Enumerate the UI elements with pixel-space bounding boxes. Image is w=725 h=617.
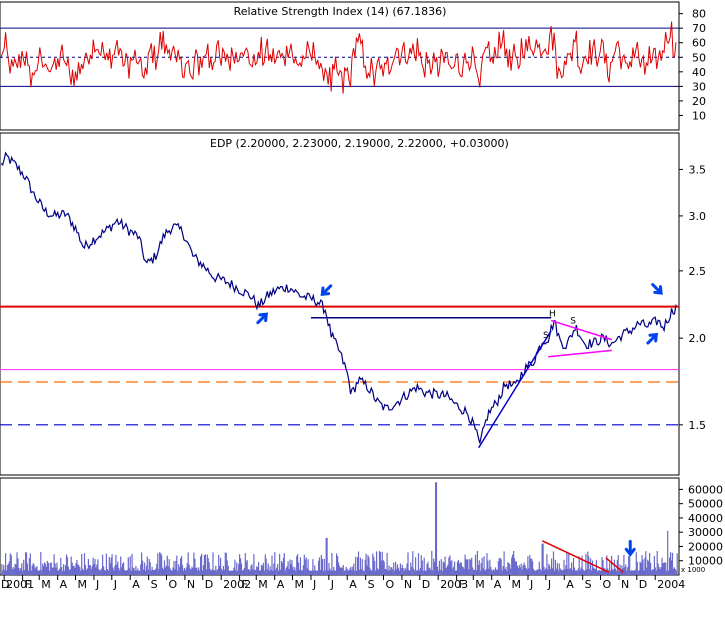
rsi-tick-label: 80: [692, 8, 706, 21]
volume-panel: 100002000030000400005000060000 x 1000: [0, 477, 723, 576]
x-tick-label: A: [60, 578, 68, 591]
pattern-label: S: [543, 331, 549, 341]
x-tick-label: O: [168, 578, 177, 591]
x-tick-label: D: [639, 578, 647, 591]
volume-tick-label: 50000: [688, 498, 723, 511]
x-tick-label: 2004: [657, 578, 685, 591]
x-tick-label: F: [242, 578, 248, 591]
rsi-tick-label: 40: [692, 66, 706, 79]
volume-tick-label: 40000: [688, 512, 723, 525]
x-tick-label: N: [404, 578, 412, 591]
volume-tick-label: 30000: [688, 526, 723, 539]
chart: Relative Strength Index (14) (67.1836) 1…: [0, 0, 725, 617]
x-tick-label: J: [95, 578, 99, 591]
x-tick-label: J: [330, 578, 334, 591]
rsi-tick-label: 60: [692, 37, 706, 50]
x-tick-label: F: [459, 578, 465, 591]
x-tick-label: S: [585, 578, 592, 591]
x-tick-label: M: [295, 578, 305, 591]
x-tick-label: M: [41, 578, 51, 591]
price-tick-label: 1.5: [689, 419, 707, 432]
x-tick-label: M: [475, 578, 485, 591]
x-tick-label: J: [113, 578, 117, 591]
x-tick-label: S: [368, 578, 375, 591]
x-tick-label: A: [277, 578, 285, 591]
price-tick-label: 3.5: [689, 163, 707, 176]
price-tick-label: 3.0: [689, 210, 707, 223]
x-tick-label: F: [25, 578, 31, 591]
x-tick-label: J: [312, 578, 316, 591]
x-tick-label: A: [349, 578, 357, 591]
x-tick-label: D: [422, 578, 430, 591]
volume-tick-label: 20000: [688, 540, 723, 553]
x-tick-label: M: [78, 578, 88, 591]
price-tick-label: 2.5: [689, 265, 707, 278]
x-tick-label: S: [151, 578, 158, 591]
rsi-tick-label: 20: [692, 95, 706, 108]
pattern-label: S: [570, 316, 576, 326]
x-tick-label: A: [566, 578, 574, 591]
x-tick-label: O: [385, 578, 394, 591]
price-title: EDP (2.20000, 2.23000, 2.19000, 2.22000,…: [210, 137, 509, 150]
x-tick-label: M: [512, 578, 521, 591]
volume-scale-label: x 1000: [681, 566, 705, 574]
rsi-panel: Relative Strength Index (14) (67.1836) 1…: [0, 1, 706, 131]
x-tick-label: O: [603, 578, 612, 591]
volume-tick-label: 60000: [688, 483, 723, 496]
x-tick-label: J: [547, 578, 551, 591]
price-panel: S H S EDP (2.20000, 2.23000, 2.19000, 2.22…: [0, 132, 707, 476]
x-tick-label: A: [132, 578, 140, 591]
price-tick-label: 2.0: [689, 332, 707, 345]
x-tick-label: N: [187, 578, 195, 591]
x-tick-label: J: [529, 578, 533, 591]
rsi-title: Relative Strength Index (14) (67.1836): [234, 5, 447, 18]
rsi-tick-label: 70: [692, 22, 706, 35]
x-tick-label: A: [494, 578, 502, 591]
rsi-tick-label: 30: [692, 80, 706, 93]
price-panel-frame: [0, 132, 680, 476]
rsi-tick-label: 50: [692, 51, 706, 64]
rsi-panel-frame: [0, 1, 680, 131]
x-tick-label: M: [258, 578, 268, 591]
volume-panel-frame: [0, 477, 680, 576]
x-tick-label: D: [205, 578, 213, 591]
x-tick-label: N: [621, 578, 629, 591]
pattern-label: H: [549, 309, 556, 319]
rsi-tick-label: 10: [692, 109, 706, 122]
